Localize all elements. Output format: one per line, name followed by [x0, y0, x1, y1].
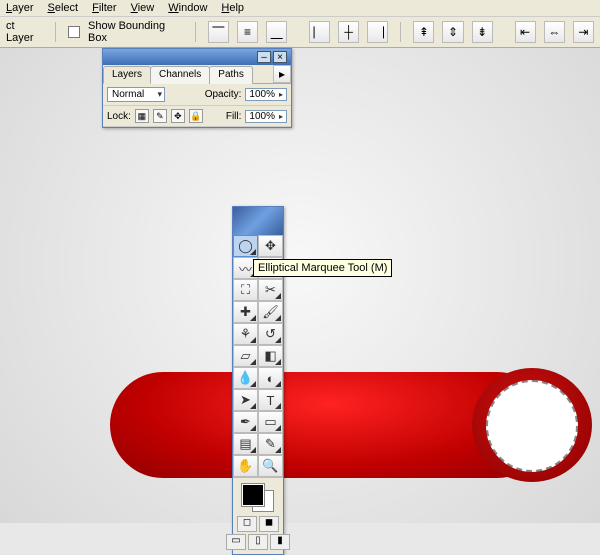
distribute-right-icon[interactable]: ⇥ [573, 21, 594, 43]
lock-position-icon[interactable]: ✥ [171, 109, 185, 123]
tool-tooltip: Elliptical Marquee Tool (M) [253, 259, 392, 277]
brush-tool-icon[interactable]: 🖌 [258, 301, 283, 323]
blend-mode-select[interactable]: Normal [107, 87, 165, 102]
panel-titlebar[interactable]: – × [103, 49, 291, 65]
gradient-tool-icon[interactable]: ◧ [258, 345, 283, 367]
pen-tool-icon[interactable]: ✒ [233, 411, 258, 433]
menu-bar: Layer Select Filter View Window Help [0, 0, 600, 17]
show-bounding-box-label: Show Bounding Box [88, 20, 183, 44]
separator [55, 22, 56, 42]
align-right-icon[interactable]: ⎹ [367, 21, 388, 43]
fill-field[interactable]: 100%▸ [245, 110, 287, 123]
crop-tool-icon[interactable]: ⛶ [233, 279, 258, 301]
lock-label: Lock: [107, 111, 131, 122]
screenmode-full-menubar-icon[interactable]: ▯ [248, 534, 268, 550]
fill-label: Fill: [226, 111, 242, 122]
healing-brush-tool-icon[interactable]: ✚ [233, 301, 258, 323]
history-brush-tool-icon[interactable]: ↺ [258, 323, 283, 345]
notes-tool-icon[interactable]: ▤ [233, 433, 258, 455]
menu-select[interactable]: Select [48, 2, 79, 14]
tab-channels[interactable]: Channels [150, 66, 210, 84]
distribute-left-icon[interactable]: ⇤ [515, 21, 536, 43]
canvas[interactable] [0, 48, 600, 523]
dodge-tool-icon[interactable]: ◐ [258, 367, 283, 389]
separator [400, 22, 401, 42]
panel-menu-icon[interactable]: ▸ [273, 65, 291, 83]
options-bar: ct Layer Show Bounding Box ⎺ ≡ ⎽ ⎸ ┼ ⎹ ⇞… [0, 17, 600, 48]
eraser-tool-icon[interactable]: ▱ [233, 345, 258, 367]
marquee-selection[interactable] [486, 380, 578, 472]
align-vmiddle-icon[interactable]: ≡ [237, 21, 258, 43]
tab-layers[interactable]: Layers [103, 66, 151, 84]
foreground-color-swatch[interactable] [242, 484, 264, 506]
align-hcenter-icon[interactable]: ┼ [338, 21, 359, 43]
show-bounding-box-checkbox[interactable] [68, 26, 80, 38]
type-tool-icon[interactable]: T [258, 389, 283, 411]
color-swatches: ◻ ◼ ▭ ▯ ▮ [233, 477, 283, 554]
hand-tool-icon[interactable]: ✋ [233, 455, 258, 477]
quickmask-mask-icon[interactable]: ◼ [259, 516, 279, 532]
panel-tabs: Layers Channels Paths ▸ [103, 65, 291, 84]
path-select-tool-icon[interactable]: ➤ [233, 389, 258, 411]
eyedropper-tool-icon[interactable]: ✎ [258, 433, 283, 455]
panel-close-icon[interactable]: × [273, 51, 287, 63]
screenmode-full-icon[interactable]: ▮ [270, 534, 290, 550]
distribute-bottom-icon[interactable]: ⇟ [472, 21, 493, 43]
move-tool-icon[interactable]: ✥ [258, 235, 283, 257]
panel-minimize-icon[interactable]: – [257, 51, 271, 63]
quickmask-standard-icon[interactable]: ◻ [237, 516, 257, 532]
menu-help[interactable]: Help [221, 2, 244, 14]
screenmode-standard-icon[interactable]: ▭ [226, 534, 246, 550]
distribute-top-icon[interactable]: ⇞ [413, 21, 434, 43]
opacity-field[interactable]: 100%▸ [245, 88, 287, 101]
menu-filter[interactable]: Filter [92, 2, 116, 14]
separator [195, 22, 196, 42]
distribute-hcenter-icon[interactable]: ⇔ [544, 21, 565, 43]
marquee-tool-icon[interactable]: ◯ [233, 235, 258, 257]
menu-view[interactable]: View [131, 2, 155, 14]
blur-tool-icon[interactable]: 💧 [233, 367, 258, 389]
zoom-tool-icon[interactable]: 🔍 [258, 455, 283, 477]
align-top-icon[interactable]: ⎺ [208, 21, 229, 43]
options-left-label: ct Layer [6, 20, 43, 44]
stamp-tool-icon[interactable]: ⚘ [233, 323, 258, 345]
menu-window[interactable]: Window [168, 2, 207, 14]
opacity-label: Opacity: [205, 89, 242, 100]
lock-transparency-icon[interactable]: ▦ [135, 109, 149, 123]
menu-layer[interactable]: Layer [6, 2, 34, 14]
slice-tool-icon[interactable]: ✂ [258, 279, 283, 301]
shape-tool-icon[interactable]: ▭ [258, 411, 283, 433]
align-bottom-icon[interactable]: ⎽ [266, 21, 287, 43]
layers-panel: – × Layers Channels Paths ▸ Normal Opaci… [102, 48, 292, 128]
lock-pixels-icon[interactable]: ✎ [153, 109, 167, 123]
lock-all-icon[interactable]: 🔒 [189, 109, 203, 123]
toolbox-header[interactable] [233, 207, 283, 235]
align-left-icon[interactable]: ⎸ [309, 21, 330, 43]
tab-paths[interactable]: Paths [209, 66, 253, 84]
distribute-vcenter-icon[interactable]: ⇕ [442, 21, 463, 43]
